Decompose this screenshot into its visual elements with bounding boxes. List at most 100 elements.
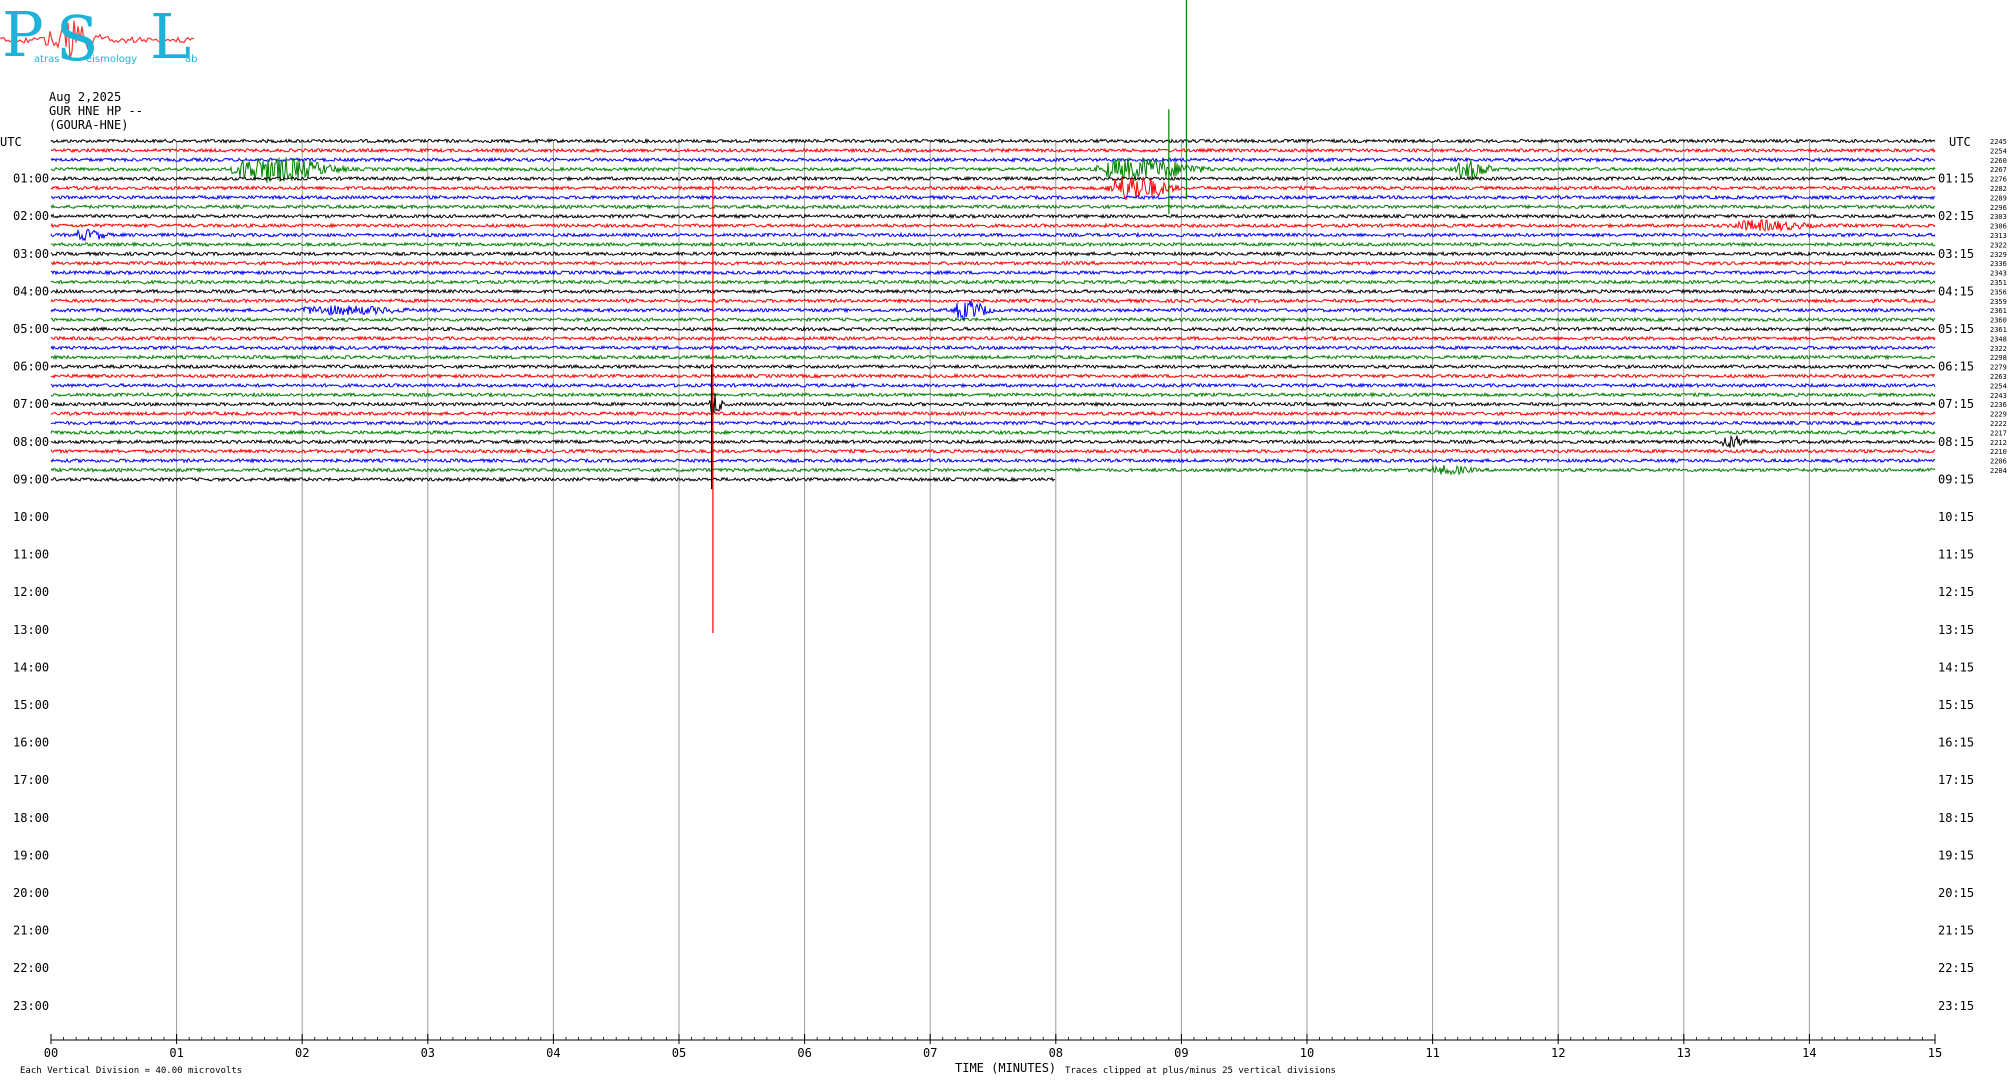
left-hour-label: 05:00 (13, 322, 49, 336)
left-hour-label: 16:00 (13, 736, 49, 750)
trace-mean-label: 2359 (1990, 298, 2007, 306)
seismo-trace (50, 335, 1936, 342)
x-tick-label-12: 12 (1551, 1046, 1565, 1060)
left-hour-label: 10:00 (13, 510, 49, 524)
right-hour-label: 09:15 (1938, 472, 1974, 486)
left-hour-label: 18:00 (13, 811, 49, 825)
right-hour-label: 06:15 (1938, 360, 1974, 374)
trace-mean-label: 2260 (1990, 157, 2007, 165)
trace-mean-label: 2289 (1990, 194, 2007, 202)
x-tick-label-11: 11 (1425, 1046, 1439, 1060)
right-hour-label: 07:15 (1938, 397, 1974, 411)
trace-mean-label: 2298 (1990, 354, 2007, 362)
right-hour-label: 19:15 (1938, 848, 1974, 862)
trace-mean-label: 2348 (1990, 335, 2007, 343)
right-hour-label: 15:15 (1938, 698, 1974, 712)
x-tick-label-04: 04 (546, 1046, 560, 1060)
trace-mean-label: 2263 (1990, 373, 2007, 381)
trace-mean-label: 2210 (1990, 448, 2007, 456)
trace-mean-label: 2243 (1990, 392, 2007, 400)
left-hour-label: 08:00 (13, 435, 49, 449)
x-tick-label-14: 14 (1802, 1046, 1816, 1060)
seismo-trace (50, 419, 1936, 427)
seismo-trace (50, 250, 1936, 258)
seismo-trace (50, 194, 1936, 201)
seismo-trace (50, 354, 1936, 361)
trace-mean-label: 2276 (1990, 176, 2007, 184)
seismo-trace (50, 344, 1936, 352)
trace-mean-label: 2282 (1990, 185, 2007, 193)
right-hour-label: 08:15 (1938, 435, 1974, 449)
left-hour-label: 14:00 (13, 660, 49, 674)
footnote-division: Each Vertical Division = 40.00 microvolt… (20, 1066, 242, 1076)
right-hour-label: 17:15 (1938, 773, 1974, 787)
footnote-clip: Traces clipped at plus/minus 25 vertical… (1065, 1066, 1336, 1076)
trace-mean-label: 2336 (1990, 260, 2007, 268)
left-hour-label: 17:00 (13, 773, 49, 787)
trace-mean-label: 2236 (1990, 401, 2007, 409)
left-hour-label: 19:00 (13, 848, 49, 862)
right-hour-label: 16:15 (1938, 736, 1974, 750)
left-hour-label: 23:00 (13, 999, 49, 1013)
trace-mean-label: 2322 (1990, 345, 2007, 353)
trace-mean-label: 2361 (1990, 326, 2007, 334)
seismo-trace (50, 213, 1936, 220)
x-tick-label-01: 01 (169, 1046, 183, 1060)
left-hour-label: 06:00 (13, 360, 49, 374)
seismo-trace (50, 372, 1935, 380)
x-tick-label-08: 08 (1049, 1046, 1063, 1060)
x-tick-label-02: 02 (295, 1046, 309, 1060)
x-tick-label-06: 06 (797, 1046, 811, 1060)
trace-mean-label: 2296 (1990, 204, 2007, 212)
seismo-trace (50, 448, 1936, 455)
x-tick-label-00: 00 (44, 1046, 58, 1060)
left-hour-label: 12:00 (13, 585, 49, 599)
left-hour-label: 20:00 (13, 886, 49, 900)
right-hour-label: 02:15 (1938, 209, 1974, 223)
right-hour-label: 13:15 (1938, 623, 1974, 637)
x-tick-label-03: 03 (421, 1046, 435, 1060)
trace-mean-label: 2254 (1990, 147, 2007, 155)
trace-mean-label: 2356 (1990, 288, 2007, 296)
left-hour-label: 09:00 (13, 472, 49, 486)
trace-mean-label: 2322 (1990, 241, 2007, 249)
trace-mean-label: 2222 (1990, 420, 2007, 428)
seismo-trace (50, 228, 1936, 242)
trace-mean-label: 2303 (1990, 213, 2007, 221)
left-hour-label: 02:00 (13, 209, 49, 223)
seismo-trace (50, 241, 1936, 248)
right-hour-label: 03:15 (1938, 247, 1974, 261)
left-hour-label: 04:00 (13, 284, 49, 298)
trace-mean-label: 2229 (1990, 411, 2007, 419)
left-hour-label: 03:00 (13, 247, 49, 261)
trace-mean-label: 2267 (1990, 166, 2007, 174)
right-hour-label: 01:15 (1938, 172, 1974, 186)
seismo-trace (50, 147, 1936, 154)
left-axis-title: UTC (0, 135, 22, 149)
seismo-trace (50, 316, 1936, 323)
trace-mean-label: 2306 (1990, 223, 2007, 231)
seismo-trace (50, 297, 1936, 304)
seismo-trace (50, 203, 1936, 211)
seismo-trace (50, 435, 1936, 448)
right-hour-label: 18:15 (1938, 811, 1974, 825)
seismo-trace (50, 219, 1936, 233)
trace-mean-label: 2360 (1990, 317, 2007, 325)
trace-mean-label: 2313 (1990, 232, 2007, 240)
seismo-trace (50, 382, 1936, 389)
left-hour-label: 07:00 (13, 397, 49, 411)
right-hour-label: 11:15 (1938, 548, 1974, 562)
left-hour-label: 01:00 (13, 172, 49, 186)
x-tick-label-13: 13 (1677, 1046, 1691, 1060)
seismo-trace (50, 464, 1936, 476)
trace-mean-label: 2212 (1990, 439, 2007, 447)
seismo-trace (50, 457, 1936, 464)
left-hour-label: 11:00 (13, 548, 49, 562)
left-hour-label: 15:00 (13, 698, 49, 712)
right-hour-label: 05:15 (1938, 322, 1974, 336)
seismo-trace (50, 278, 1936, 286)
trace-mean-label: 2217 (1990, 429, 2007, 437)
left-hour-label: 13:00 (13, 623, 49, 637)
seismo-trace (50, 363, 1936, 370)
trace-mean-label: 2204 (1990, 467, 2007, 475)
